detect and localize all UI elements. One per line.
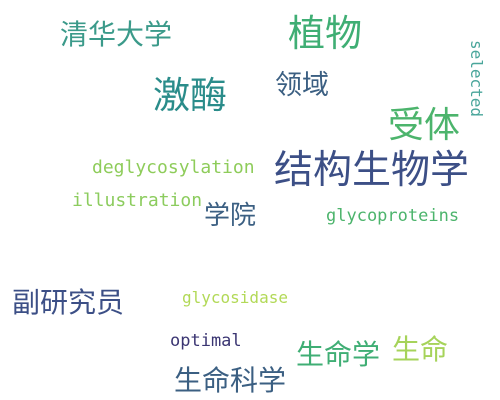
word-glycosidase: glycosidase xyxy=(182,288,288,307)
word-jiegou: 结构生物学 xyxy=(274,148,470,193)
word-lingyu: 领域 xyxy=(275,70,329,101)
word-xueyuan: 学院 xyxy=(204,201,257,231)
word-shengmingxue: 生命学 xyxy=(296,338,381,371)
word-jiaomei: 激酶 xyxy=(153,74,227,117)
word-zhiwu: 植物 xyxy=(288,12,362,55)
word-fuyanjiuyuan: 副研究员 xyxy=(12,286,125,319)
word-qinghua: 清华大学 xyxy=(60,18,173,51)
word-shouti: 受体 xyxy=(388,105,461,146)
word-cloud: 清华大学 植物 激酶 领域 受体 selected 结构生物学 deglycos… xyxy=(0,0,500,400)
word-selected: selected xyxy=(467,40,486,118)
word-glycoproteins: glycoproteins xyxy=(326,206,460,226)
word-shengmingkexue: 生命科学 xyxy=(174,364,287,397)
word-optimal: optimal xyxy=(170,331,242,351)
word-illustration: illustration xyxy=(72,190,203,211)
word-deglycosylation: deglycosylation xyxy=(92,157,255,178)
word-shengming: 生命 xyxy=(392,333,449,366)
